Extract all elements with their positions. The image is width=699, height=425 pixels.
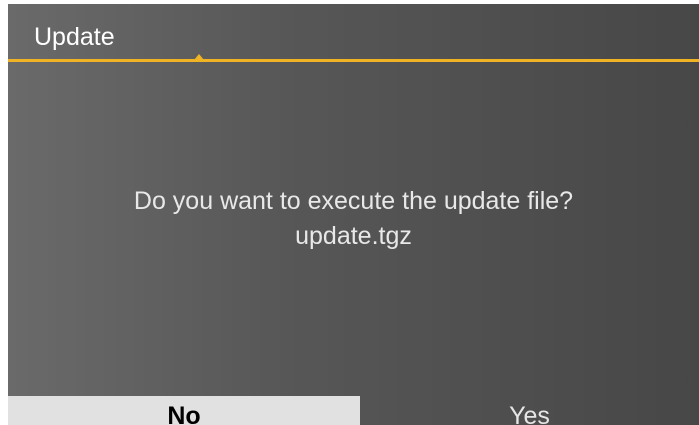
no-button[interactable]: No <box>8 396 360 425</box>
dialog-title: Update <box>34 23 115 51</box>
dialog-header: Update <box>8 4 699 60</box>
update-dialog: Update Do you want to execute the update… <box>8 4 699 425</box>
yes-button[interactable]: Yes <box>360 396 699 425</box>
dialog-message: Do you want to execute the update file? … <box>8 184 699 254</box>
message-filename: update.tgz <box>295 222 412 250</box>
message-question: Do you want to execute the update file? <box>133 187 574 215</box>
header-divider <box>8 59 699 62</box>
divider-notch-icon <box>194 54 204 60</box>
